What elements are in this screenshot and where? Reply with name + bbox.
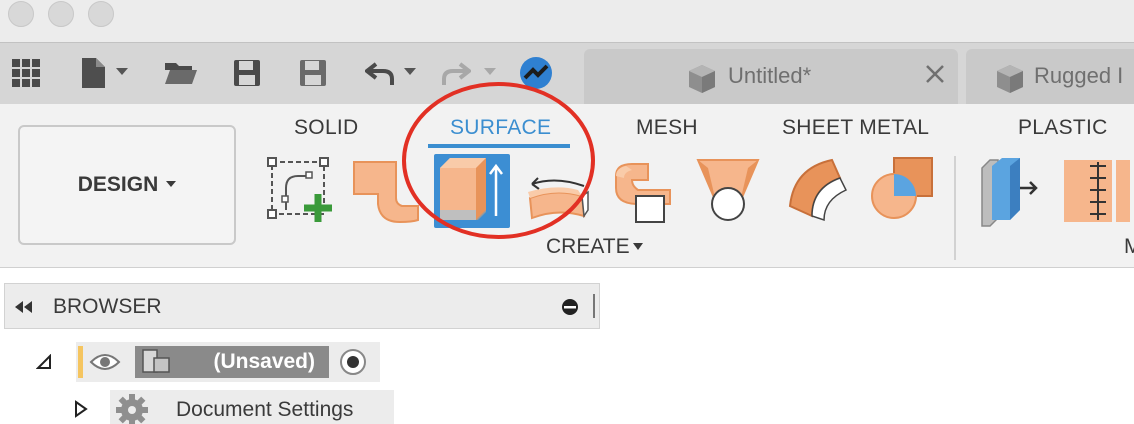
- tab-plastic[interactable]: PLASTIC: [1018, 116, 1108, 140]
- ribbon-separator: [954, 156, 956, 260]
- undo-caret[interactable]: [404, 68, 416, 75]
- gear-icon: [114, 392, 150, 424]
- create-sketch-icon[interactable]: [266, 154, 334, 228]
- browser-title: BROWSER: [53, 295, 162, 318]
- document-tab-label: Rugged I: [1034, 63, 1124, 88]
- create-group-label[interactable]: CREATE: [546, 235, 630, 259]
- tab-solid[interactable]: SOLID: [294, 116, 359, 140]
- expand-toggle-icon[interactable]: [35, 353, 52, 375]
- open-folder-icon[interactable]: [164, 55, 198, 91]
- close-window-button[interactable]: [8, 1, 34, 27]
- sweep-icon[interactable]: [608, 154, 676, 228]
- offset-icon[interactable]: [866, 154, 934, 228]
- chevron-down-icon: [166, 180, 177, 187]
- eye-icon[interactable]: [89, 350, 121, 379]
- title-bar: [0, 0, 1134, 42]
- workspace-switcher-button[interactable]: DESIGN: [18, 125, 236, 245]
- document-tab-label: Untitled*: [728, 63, 812, 88]
- browser-header: BROWSER: [4, 283, 600, 329]
- highlight-annotation: [402, 82, 595, 239]
- split-body-icon[interactable]: [1062, 154, 1130, 228]
- thicken-icon[interactable]: [976, 154, 1044, 228]
- cube-icon: [994, 63, 1026, 100]
- file-menu-caret[interactable]: [116, 68, 128, 75]
- zoom-window-button[interactable]: [88, 1, 114, 27]
- tree-item-label: Document Settings: [176, 398, 354, 421]
- minimize-window-button[interactable]: [48, 1, 74, 27]
- document-tab-rugged[interactable]: Rugged I: [966, 49, 1134, 104]
- active-component-marker: [78, 346, 83, 378]
- fusion-window: Untitled* Rugged I DESIGN SOLID SURFACE …: [0, 0, 1134, 424]
- expand-toggle-icon[interactable]: [74, 400, 88, 423]
- component-icon: [140, 348, 172, 381]
- tab-mesh[interactable]: MESH: [636, 116, 698, 140]
- quick-access-toolbar: [0, 42, 1134, 104]
- ruled-icon[interactable]: [784, 154, 852, 228]
- tab-sheet-metal[interactable]: SHEET METAL: [782, 116, 929, 140]
- redo-caret[interactable]: [484, 68, 496, 75]
- loft-icon[interactable]: [694, 154, 762, 228]
- file-icon[interactable]: [78, 55, 108, 91]
- collapse-browser-icon[interactable]: [13, 300, 33, 319]
- activate-radio-icon[interactable]: [339, 348, 367, 381]
- next-group-label[interactable]: M: [1124, 235, 1134, 259]
- close-tab-icon[interactable]: [924, 63, 946, 90]
- cube-icon: [686, 63, 718, 100]
- save-icon[interactable]: [232, 55, 262, 91]
- grid-icon[interactable]: [10, 55, 42, 91]
- document-tab-untitled[interactable]: Untitled*: [584, 49, 958, 104]
- browser-options-icon[interactable]: [561, 298, 579, 321]
- undo-icon[interactable]: [364, 55, 396, 91]
- browser-resize-handle[interactable]: [593, 294, 595, 318]
- workspace-label: DESIGN: [77, 173, 159, 196]
- save-as-icon[interactable]: [298, 55, 328, 91]
- chevron-down-icon[interactable]: [633, 243, 643, 250]
